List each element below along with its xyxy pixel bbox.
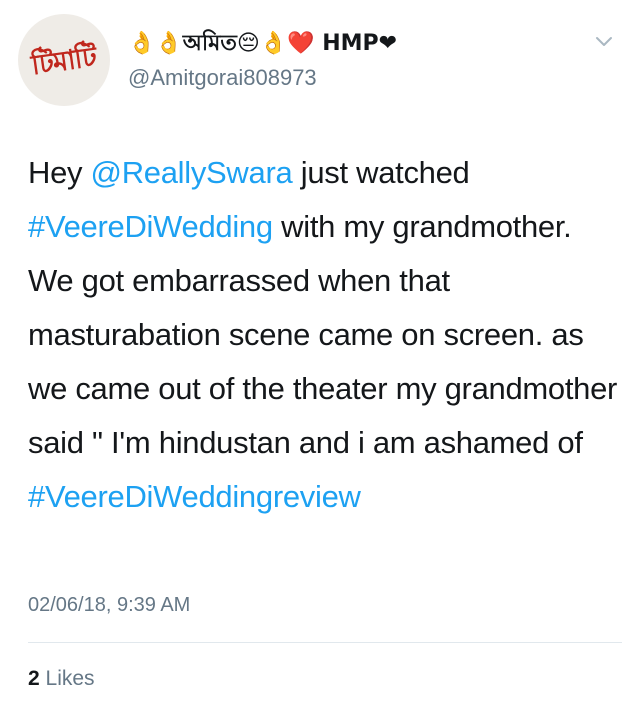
display-name[interactable]: 👌👌অমিত😔👌❤️ HMP❤ — [128, 30, 397, 58]
hashtag-link[interactable]: #VeereDiWeddingreview — [28, 479, 361, 514]
hashtag-link[interactable]: #VeereDiWedding — [28, 209, 273, 244]
mention-link[interactable]: @ReallySwara — [91, 155, 293, 190]
avatar[interactable]: টিমাটি — [18, 14, 110, 106]
avatar-text: টিমাটি — [29, 41, 98, 82]
tweet-text-segment: with my grandmother. We got embarrassed … — [28, 209, 618, 460]
likes-stat[interactable]: 2 Likes — [28, 664, 95, 694]
chevron-down-icon[interactable] — [592, 30, 616, 54]
likes-count: 2 — [28, 667, 40, 690]
tweet-timestamp[interactable]: 02/06/18, 9:39 AM — [28, 590, 190, 620]
tweet-header: টিমাটি 👌👌অমিত😔👌❤️ HMP❤ @Amitgorai808973 — [18, 14, 622, 106]
tweet-text: Hey @ReallySwara just watched #VeereDiWe… — [28, 146, 618, 524]
divider — [28, 642, 622, 643]
tweet-text-segment: Hey — [28, 155, 91, 190]
tweet-text-segment: just watched — [292, 155, 470, 190]
user-handle[interactable]: @Amitgorai808973 — [128, 64, 317, 92]
likes-label: Likes — [45, 667, 95, 690]
